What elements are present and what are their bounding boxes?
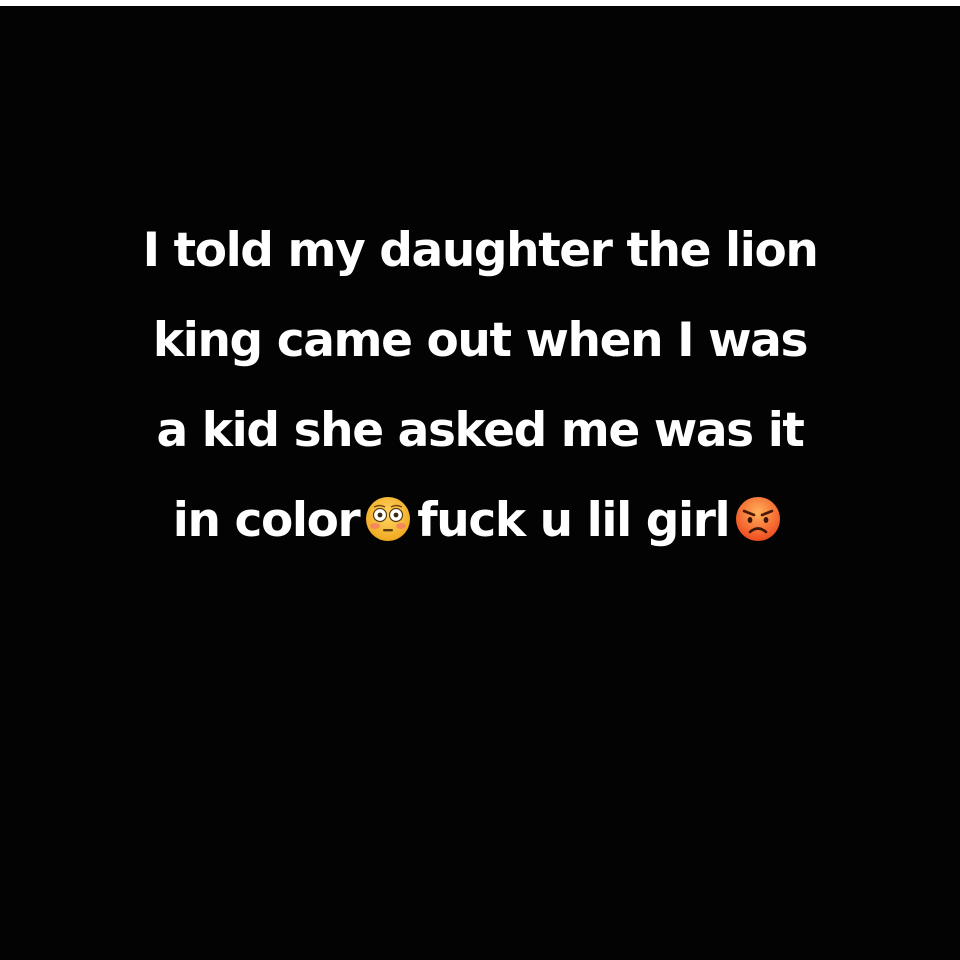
caption-line-4-part-2: fuck u lil girl: [417, 493, 730, 548]
meme-image: I told my daughter the lion king came ou…: [0, 0, 960, 960]
flushed-face-icon: [365, 496, 411, 542]
caption-line-2: king came out when I was: [152, 313, 809, 368]
top-border: [0, 0, 960, 6]
caption-text: I told my daughter the lion king came ou…: [0, 206, 960, 566]
caption-line-4-part-1: in color: [172, 493, 361, 548]
caption-line-1: I told my daughter the lion: [142, 223, 819, 278]
caption-line-4: in color fuck u lil girl: [0, 476, 960, 566]
angry-face-icon: [735, 496, 781, 542]
caption-line-3: a kid she asked me was it: [156, 403, 805, 458]
